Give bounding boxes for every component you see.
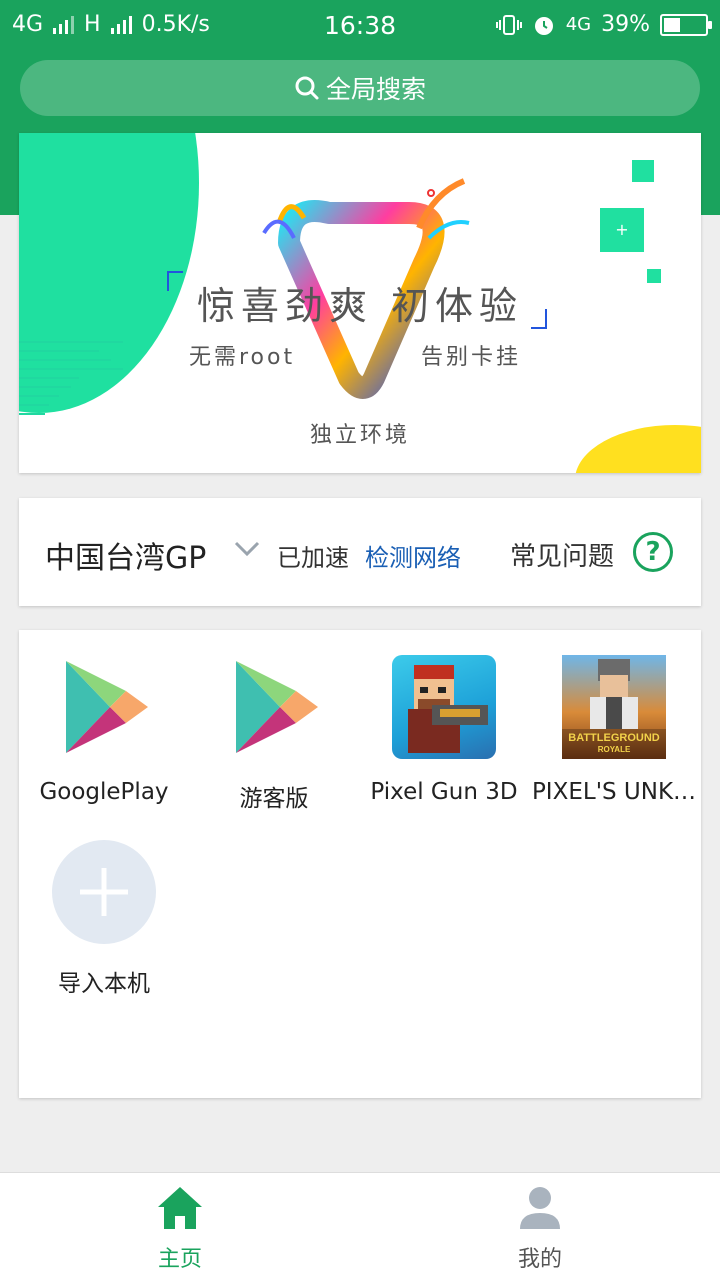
pubg-icon: BATTLEGROUND ROYALE	[562, 655, 666, 759]
google-play-icon	[222, 655, 326, 759]
import-local-app-button[interactable]: 导入本机	[19, 840, 189, 998]
battery-percent: 39%	[601, 12, 650, 37]
banner-subtitle-bottom: 独立环境	[309, 423, 410, 448]
help-icon[interactable]: ?	[633, 532, 673, 572]
banner-headline: 惊喜劲爽 初体验	[196, 284, 524, 328]
status-bar: 4G H 0.5K/s 16:38 4G 39%	[0, 0, 720, 52]
app-label: PIXEL'S UNK…	[531, 779, 697, 805]
acceleration-status: 已加速	[277, 544, 349, 572]
battery-icon	[660, 13, 712, 36]
pubg-logo-text: BATTLEGROUND	[568, 732, 660, 744]
app-label: GooglePlay	[39, 779, 169, 805]
app-item-pixelgun[interactable]: Pixel Gun 3D	[359, 655, 529, 805]
app-label: 游客版	[239, 786, 309, 812]
banner-subtitle-left: 无需root	[189, 345, 296, 370]
alarm-icon	[534, 16, 553, 35]
apps-grid: GooglePlay 游客版 Pixel Gun 3D BATTLEGROUND…	[19, 630, 701, 1098]
search-label: 全局搜索	[325, 75, 426, 104]
global-search-bar[interactable]: 全局搜索	[20, 60, 700, 116]
home-icon	[158, 1187, 202, 1229]
import-label: 导入本机	[58, 971, 150, 997]
plus-icon	[52, 840, 156, 944]
vibrate-icon	[495, 14, 522, 35]
banner-decor-square	[632, 160, 654, 182]
network-type-label-3: 4G	[565, 14, 592, 35]
app-label: Pixel Gun 3D	[370, 779, 518, 805]
search-icon	[295, 76, 319, 100]
pubg-logo-subtext: ROYALE	[598, 745, 631, 754]
nav-mine-label: 我的	[517, 1247, 562, 1272]
banner-decor-lines	[19, 341, 123, 422]
app-item-guest[interactable]: 游客版	[189, 655, 359, 813]
region-selector[interactable]: 中国台湾GP	[45, 533, 206, 577]
nav-home-label: 主页	[157, 1247, 202, 1272]
chevron-down-icon[interactable]	[233, 540, 261, 558]
app-item-pubg[interactable]: BATTLEGROUND ROYALE PIXEL'S UNK…	[529, 655, 699, 805]
check-network-link[interactable]: 检测网络	[365, 538, 461, 573]
google-play-icon	[52, 655, 156, 759]
promo-banner[interactable]: + 惊喜劲爽 初体验 无需root 告别卡挂 独立环境	[19, 133, 701, 473]
nav-home[interactable]: 主页	[0, 1173, 360, 1280]
banner-decor-plus-square: +	[600, 208, 644, 252]
nav-mine[interactable]: 我的	[360, 1173, 720, 1280]
faq-link[interactable]: 常见问题	[510, 536, 614, 573]
bottom-nav: 主页 我的	[0, 1172, 720, 1280]
pixel-gun-icon	[392, 655, 496, 759]
user-icon	[520, 1187, 560, 1229]
banner-subtitle-right: 告别卡挂	[421, 345, 522, 370]
app-item-googleplay[interactable]: GooglePlay	[19, 655, 189, 805]
server-card: 中国台湾GP 已加速 检测网络 常见问题 ?	[19, 498, 701, 606]
